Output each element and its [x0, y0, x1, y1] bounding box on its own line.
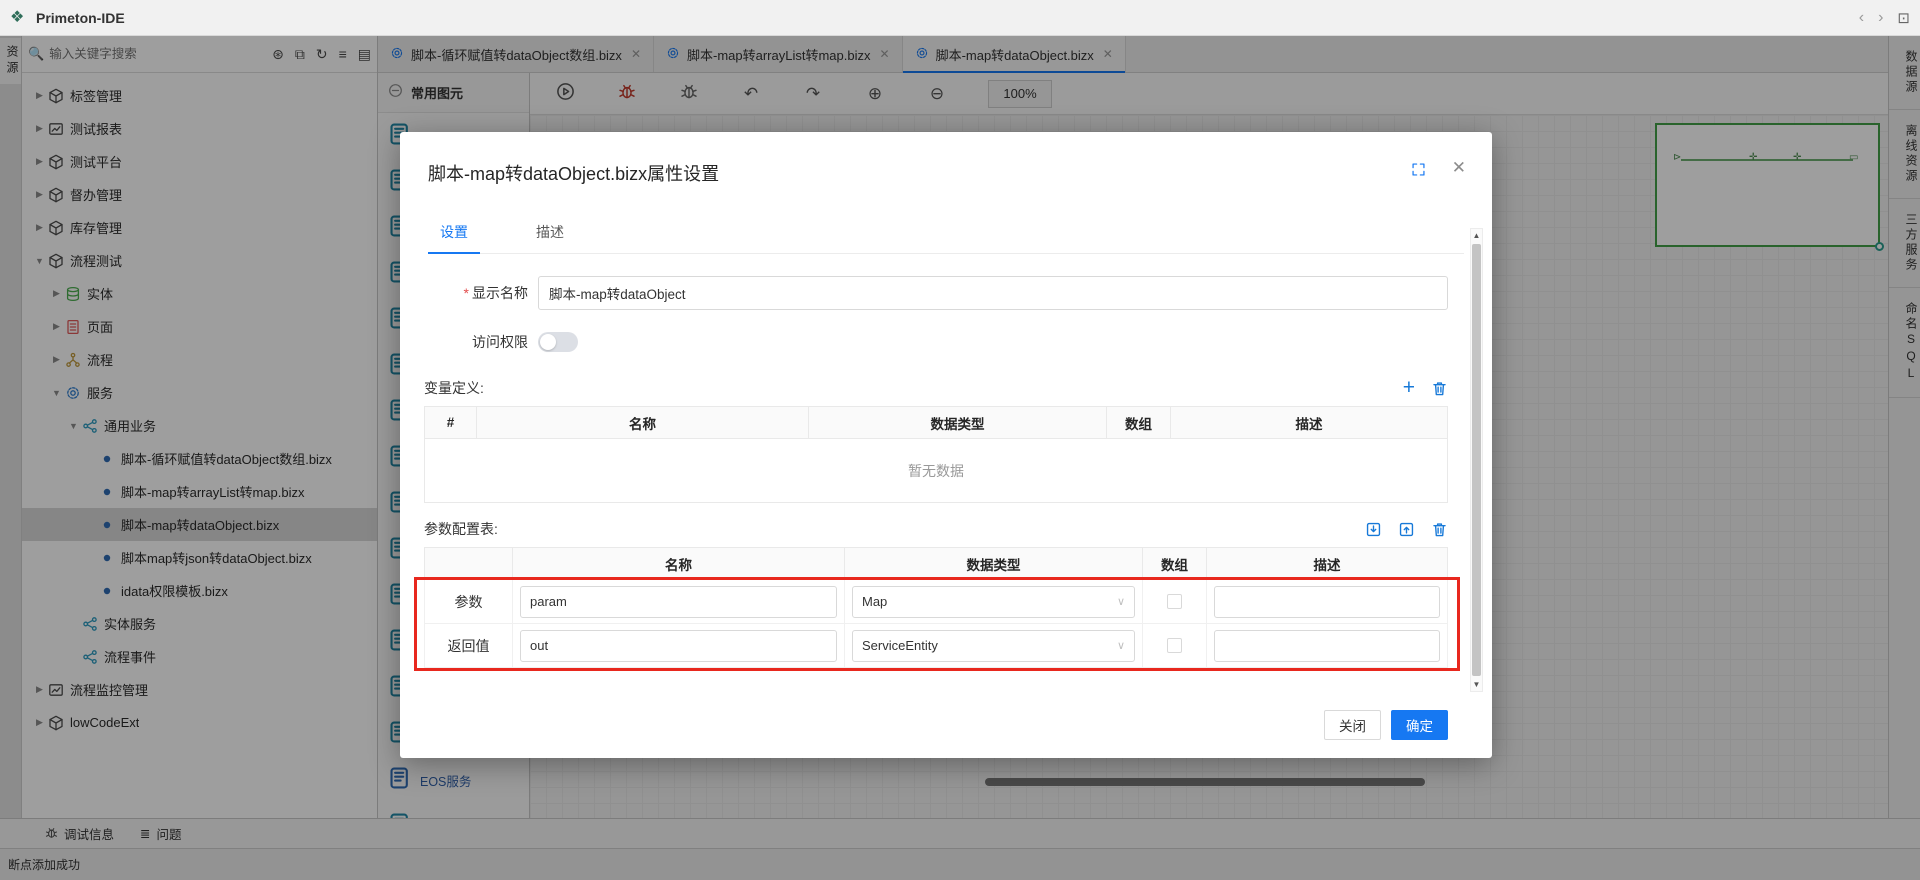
app-title: Primeton-IDE	[36, 10, 125, 26]
scroll-up-icon[interactable]: ▲	[1471, 229, 1482, 242]
properties-modal: 脚本-map转dataObject.bizx属性设置 ✕ 设置描述 *显示名称 …	[400, 132, 1492, 758]
param-array-checkbox[interactable]	[1167, 638, 1182, 653]
app-logo-icon: ❖	[10, 9, 28, 27]
param-type-select[interactable]: Map∨	[852, 586, 1135, 618]
close-button[interactable]: 关闭	[1324, 710, 1381, 740]
fullscreen-icon[interactable]	[1411, 162, 1426, 182]
param-row-label: 参数	[425, 580, 513, 624]
param-type-select[interactable]: ServiceEntity∨	[852, 630, 1135, 662]
column-header: 数组	[1143, 548, 1207, 580]
params-title: 参数配置表:	[424, 519, 498, 539]
delete-param-icon[interactable]	[1431, 521, 1448, 538]
scrollbar-thumb[interactable]	[1472, 244, 1481, 676]
param-row: 返回值 ServiceEntity∨	[425, 624, 1448, 668]
column-header: 名称	[477, 407, 809, 439]
modal-title: 脚本-map转dataObject.bizx属性设置	[428, 160, 719, 186]
add-variable-icon[interactable]: +	[1403, 379, 1415, 397]
column-header: 描述	[1207, 548, 1448, 580]
column-header: 数据类型	[809, 407, 1107, 439]
column-header: 数组	[1107, 407, 1171, 439]
display-name-row: *显示名称	[424, 276, 1448, 310]
modal-tab-description[interactable]: 描述	[524, 216, 576, 253]
param-desc-input[interactable]	[1214, 630, 1440, 662]
modal-scrollbar[interactable]: ▲ ▼	[1470, 228, 1483, 692]
title-bar: ❖ Primeton-IDE ‹ › ⊡	[0, 0, 1920, 36]
column-header: 数据类型	[845, 548, 1143, 580]
column-header	[425, 548, 513, 580]
column-header: 描述	[1171, 407, 1448, 439]
variables-table: #名称数据类型数组描述	[424, 406, 1448, 439]
variables-title: 变量定义:	[424, 378, 484, 398]
save-layout-icon[interactable]: ⊡	[1897, 9, 1910, 27]
chevron-down-icon: ∨	[1117, 639, 1125, 652]
chevron-down-icon: ∨	[1117, 595, 1125, 608]
params-section-header: 参数配置表:	[424, 519, 1448, 539]
delete-variable-icon[interactable]	[1431, 380, 1448, 397]
toggle-knob	[540, 334, 556, 350]
variables-empty-state: 暂无数据	[424, 439, 1448, 503]
param-array-checkbox[interactable]	[1167, 594, 1182, 609]
scroll-down-icon[interactable]: ▼	[1471, 678, 1482, 691]
nav-forward-icon[interactable]: ›	[1878, 9, 1883, 27]
param-row: 参数 Map∨	[425, 580, 1448, 624]
param-name-input[interactable]	[520, 586, 837, 618]
access-row: 访问权限	[424, 332, 1448, 352]
nav-back-icon[interactable]: ‹	[1859, 9, 1864, 27]
modal-tab-settings[interactable]: 设置	[428, 216, 480, 253]
access-toggle[interactable]	[538, 332, 578, 352]
param-row-label: 返回值	[425, 624, 513, 668]
close-icon[interactable]: ✕	[1452, 158, 1466, 178]
column-header: 名称	[513, 548, 845, 580]
display-name-input[interactable]	[538, 276, 1448, 310]
required-asterisk: *	[464, 285, 469, 301]
export-params-icon[interactable]	[1398, 521, 1415, 538]
display-name-label: *显示名称	[424, 283, 528, 303]
variables-section-header: 变量定义: +	[424, 378, 1448, 398]
params-table: 名称数据类型数组描述 参数 Map∨ 返回值 ServiceEntity∨	[424, 547, 1448, 668]
param-name-input[interactable]	[520, 630, 837, 662]
import-params-icon[interactable]	[1365, 521, 1382, 538]
param-desc-input[interactable]	[1214, 586, 1440, 618]
column-header: #	[425, 407, 477, 439]
ok-button[interactable]: 确定	[1391, 710, 1448, 740]
modal-tabs: 设置 描述	[428, 216, 1464, 254]
access-label: 访问权限	[424, 332, 528, 352]
